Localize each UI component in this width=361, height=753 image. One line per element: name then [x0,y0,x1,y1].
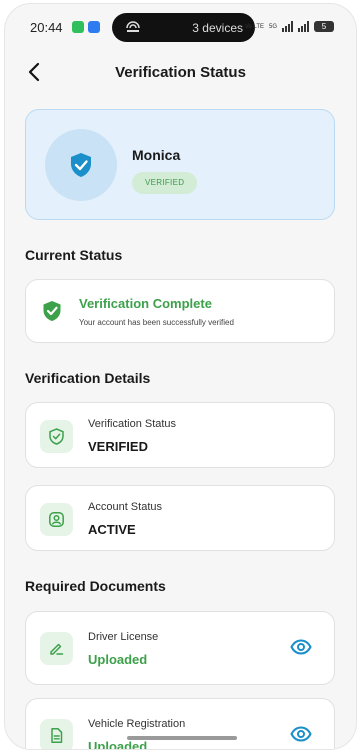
document-status: Uploaded [88,652,148,667]
status-icons: Vo LTE 5G 5 [245,21,334,32]
profile-name: Monica [132,147,181,163]
document-icon [51,728,63,743]
signal-icon [282,21,293,32]
status-bar: 20:44 3 devices Vo LTE 5G 5 [5,4,356,46]
eye-icon [290,639,312,655]
cast-icon [126,21,140,32]
avatar [45,129,117,201]
icon-box [40,420,73,453]
shield-check-icon [43,301,61,321]
page-title: Verification Status [115,64,246,81]
status-subtitle: Your account has been successfully verif… [79,318,234,327]
shield-check-icon [71,153,91,177]
detail-card-verification-status: Verification Status VERIFIED [25,402,335,468]
current-status-card: Verification Complete Your account has b… [25,279,335,343]
signal-icon-2 [298,21,309,32]
app-notification-icon [88,21,100,33]
volte-label: Vo LTE [244,23,264,30]
user-circle-icon [49,512,64,527]
section-title-verification-details: Verification Details [25,370,151,386]
detail-value: VERIFIED [88,439,148,454]
document-card-vehicle-registration[interactable]: Vehicle Registration Uploaded [25,698,335,749]
view-document-button[interactable] [290,726,312,747]
messages-notification-icon [72,21,84,33]
section-title-required-documents: Required Documents [25,578,166,594]
document-card-driver-license[interactable]: Driver License Uploaded [25,611,335,685]
document-label: Driver License [88,631,159,643]
verified-badge: VERIFIED [132,172,198,194]
document-label: Vehicle Registration [88,718,186,730]
icon-box [40,503,73,536]
shield-check-icon [49,428,64,445]
section-title-current-status: Current Status [25,247,123,263]
pencil-icon [50,643,64,655]
status-title: Verification Complete [79,296,212,311]
view-document-button[interactable] [290,639,312,660]
battery-icon: 5 [314,21,334,32]
dynamic-island[interactable]: 3 devices [112,13,255,42]
detail-card-account-status: Account Status ACTIVE [25,485,335,551]
app-header: Verification Status [5,52,356,92]
icon-box [40,632,73,665]
document-status: Uploaded [88,739,148,749]
status-time: 20:44 [30,20,63,35]
detail-label: Verification Status [88,418,177,430]
eye-icon [290,726,312,742]
cast-devices-label: 3 devices [192,21,243,35]
home-indicator[interactable] [127,736,237,740]
phone-screen: 20:44 3 devices Vo LTE 5G 5 Verification… [5,4,356,749]
network-type-label: 5G [268,23,277,30]
icon-box [40,719,73,749]
profile-card: Monica VERIFIED [25,109,335,220]
detail-value: ACTIVE [88,522,136,537]
detail-label: Account Status [88,501,162,513]
